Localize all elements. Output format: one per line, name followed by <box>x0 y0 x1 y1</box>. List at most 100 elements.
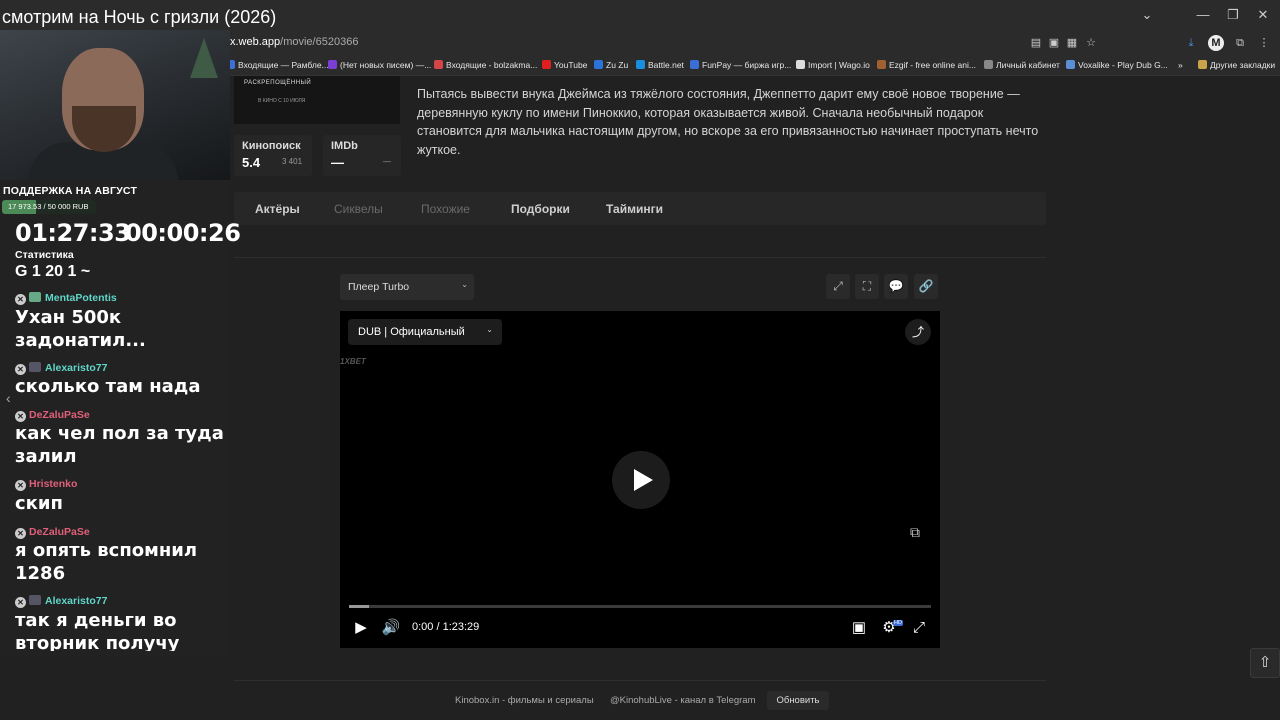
movie-tabs: Актёры Сиквелы Похожие Подборки Тайминги <box>234 192 1046 225</box>
divider <box>234 680 1046 681</box>
footer-link-telegram[interactable]: @KinohubLive - канал в Telegram <box>610 695 756 706</box>
bookmark-favicon-icon <box>594 60 603 69</box>
tab-timings[interactable]: Тайминги <box>606 202 663 216</box>
play-icon <box>634 469 653 491</box>
share-icon[interactable]: ⤴ <box>905 319 931 345</box>
link-icon[interactable]: 🔗 <box>914 274 938 299</box>
bookmark-favicon-icon <box>877 60 886 69</box>
tab-collections[interactable]: Подборки <box>511 202 570 216</box>
bookmark-favicon-icon <box>984 60 993 69</box>
bookmark-item[interactable]: (Нет новых писем) —... <box>328 60 431 70</box>
stats-label: Статистика <box>15 249 74 261</box>
brand-watermark: 1XBET <box>340 357 366 366</box>
big-play-button[interactable] <box>612 451 670 509</box>
bookmark-item[interactable]: Voxalike - Play Dub G... <box>1066 60 1168 70</box>
chat-message: так я деньги во вторник получу <box>15 610 180 651</box>
more-bookmarks-icon[interactable]: » <box>1178 60 1183 70</box>
bookmark-favicon-icon <box>796 60 805 69</box>
volume-icon[interactable]: 🔊 <box>380 618 402 638</box>
expand-icon[interactable]: ⤢ <box>826 274 850 299</box>
video-player[interactable]: DUB | Официальный ⌄ ⤴ 1XBET ⧉ ▶ 🔊 0:00 /… <box>340 311 940 648</box>
background-tree <box>190 38 218 78</box>
extensions-icon[interactable]: ⧉ <box>1232 35 1248 51</box>
bookmark-item[interactable]: Zu Zu <box>594 60 628 70</box>
bookmark-favicon-icon <box>690 60 699 69</box>
hd-badge: HD <box>893 620 903 626</box>
bookmark-item[interactable]: Import | Wago.io <box>796 60 870 70</box>
chevron-left-icon[interactable]: ‹ <box>6 390 11 406</box>
image-icon[interactable]: ▣ <box>1046 35 1062 51</box>
badge-icon: ✕ <box>15 411 26 422</box>
timer-right: 00:00:26 <box>125 219 241 247</box>
rating-count: — <box>383 157 391 166</box>
player-select-label: Плеер Turbo <box>348 281 410 293</box>
menu-icon[interactable]: ⋮ <box>1256 35 1272 51</box>
comment-icon[interactable]: 💬 <box>884 274 908 299</box>
bookmark-item[interactable]: Входящие — Рамбле... <box>226 60 329 70</box>
scroll-top-icon[interactable]: ⇧ <box>1250 648 1280 678</box>
bookmark-item[interactable]: YouTube <box>542 60 587 70</box>
footer-link-kinobox[interactable]: Kinobox.in - фильмы и сериалы <box>455 695 594 706</box>
download-icon[interactable]: ⤓ <box>1183 35 1199 51</box>
support-progress-bar: 17 973.53 / 50 000 RUB <box>2 200 96 214</box>
avatar-icon <box>29 362 41 372</box>
bookmark-favicon-icon <box>542 60 551 69</box>
screenshot-icon[interactable]: ▦ <box>1064 35 1080 51</box>
chat-username: ✕ Hristenko <box>15 478 77 491</box>
poster-tagline: РАСКРЕПОЩЁННЫЙ <box>244 80 312 86</box>
bookmark-item[interactable]: Battle.net <box>636 60 684 70</box>
play-icon[interactable]: ▶ <box>350 618 372 638</box>
rating-value: — <box>331 155 344 170</box>
fullscreen-frame-icon[interactable]: ⛶ <box>855 274 879 299</box>
progress-bar[interactable] <box>349 605 931 608</box>
bookmark-item[interactable]: FunPay — биржа игр... <box>690 60 791 70</box>
chat-username: ✕ DeZaluPaSe <box>15 526 90 539</box>
refresh-button[interactable]: Обновить <box>767 691 829 710</box>
chevron-down-icon: ⌄ <box>461 280 468 289</box>
bookmark-item[interactable]: Входящие - bolzakma... <box>434 60 537 70</box>
pip-icon[interactable]: ▣ <box>848 618 870 638</box>
movie-poster[interactable]: РАСКРЕПОЩЁННЫЙ В КИНО С 10 ИЮЛЯ <box>234 76 400 124</box>
rating-kinopoisk: Кинопоиск 5.4 3 401 <box>234 135 312 176</box>
fullscreen-icon[interactable]: ⤢ <box>908 618 930 638</box>
bookmark-favicon-icon <box>328 60 337 69</box>
chevron-down-icon: ⌄ <box>486 325 493 334</box>
close-icon[interactable]: ✕ <box>1248 5 1278 25</box>
badge-icon: ✕ <box>15 528 26 539</box>
chat-message: как чел пол за туда залил <box>15 423 224 467</box>
bookmark-item[interactable]: Ezgif - free online ani... <box>877 60 976 70</box>
rating-source: Кинопоиск <box>242 140 301 152</box>
tab-actors[interactable]: Актёры <box>255 202 300 216</box>
badge-icon: ✕ <box>15 294 26 305</box>
badge-icon: ✕ <box>15 597 26 608</box>
chat-username: ✕ Alexaristo77 <box>15 595 107 608</box>
avatar-icon <box>29 595 41 605</box>
pip-exit-icon[interactable]: ⧉ <box>905 524 925 542</box>
badge-icon: ✕ <box>15 364 26 375</box>
other-bookmarks[interactable]: Другие закладки <box>1198 60 1275 70</box>
rating-imdb: IMDb — — <box>323 135 401 176</box>
avatar-icon <box>29 292 41 302</box>
badge-icon: ✕ <box>15 480 26 491</box>
time-readout: 0:00 / 1:23:29 <box>412 621 480 633</box>
reader-icon[interactable]: ▤ <box>1028 35 1044 51</box>
rating-value: 5.4 <box>242 155 261 170</box>
chat-message: Ухан 500к задонатил... <box>15 307 146 351</box>
dub-select[interactable]: DUB | Официальный ⌄ <box>348 319 502 345</box>
tab-similar[interactable]: Похожие <box>421 202 470 216</box>
chat-message: я опять вспомнил 1286 <box>15 540 198 584</box>
player-select[interactable]: Плеер Turbo ⌄ <box>340 274 474 300</box>
url-text[interactable]: x.web.app/movie/6520366 <box>230 36 358 48</box>
tab-sequels[interactable]: Сиквелы <box>334 202 383 216</box>
star-icon[interactable]: ☆ <box>1083 35 1099 51</box>
chat-username: ✕ DeZaluPaSe <box>15 409 90 422</box>
minimize-icon[interactable]: — <box>1188 5 1218 25</box>
movie-synopsis: Пытаясь вывести внука Джеймса из тяжёлог… <box>417 87 1039 157</box>
bookmark-favicon-icon <box>1066 60 1075 69</box>
chevron-down-icon[interactable]: ⌄ <box>1132 5 1162 25</box>
chat-username: ✕ Alexaristo77 <box>15 362 107 375</box>
profile-m-icon[interactable]: M <box>1208 35 1224 51</box>
restore-icon[interactable]: ❐ <box>1218 5 1248 25</box>
bookmark-item[interactable]: Личный кабинет <box>984 60 1060 70</box>
poster-date: В КИНО С 10 ИЮЛЯ <box>258 98 306 104</box>
